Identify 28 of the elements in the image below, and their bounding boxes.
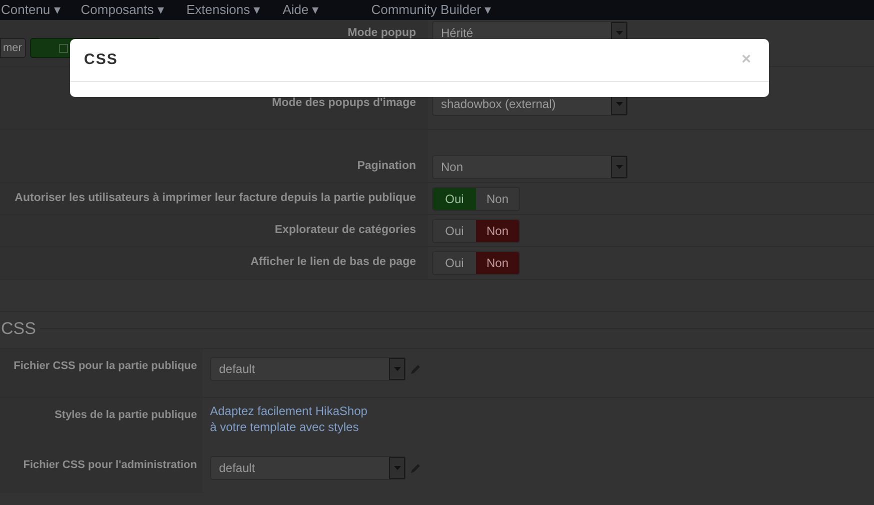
caret-icon — [611, 156, 627, 178]
menu-item[interactable]: Contenu ▾ — [1, 0, 61, 20]
setting-label: Mode popup — [348, 26, 416, 41]
menu-item[interactable]: Composants ▾ — [80, 0, 164, 20]
setting-label: Fichier CSS pour la partie publique — [14, 359, 197, 374]
setting-label: Afficher le lien de bas de page — [250, 255, 416, 270]
menu-item[interactable]: Extensions ▾ — [186, 0, 261, 20]
toggle-option[interactable]: Oui — [433, 188, 476, 210]
section-title: CSS — [1, 318, 36, 340]
setting-label: Fichier CSS pour l'administration — [23, 458, 197, 473]
toggle-option[interactable]: Non — [476, 220, 519, 242]
checkbox-icon — [58, 44, 68, 52]
caret-icon — [389, 358, 405, 380]
modal-title: CSS — [84, 50, 118, 70]
menu-item[interactable]: Aide ▾ — [282, 0, 320, 20]
toggle-option[interactable]: Non — [476, 252, 519, 274]
select-field[interactable]: default — [210, 357, 406, 381]
select-field[interactable]: Non — [432, 155, 628, 179]
styles-link[interactable]: Adaptez facilement HikaShop à votre template avec styles — [210, 403, 368, 435]
setting-label: Autoriser les utilisateurs à imprimer leur facture depuis la partie publique — [14, 190, 416, 206]
setting-label: Mode des popups d'image — [272, 96, 416, 111]
caret-icon — [389, 457, 405, 479]
menu-item[interactable]: Community Builder ▾ — [371, 0, 492, 20]
setting-label: Styles de la partie publique — [54, 408, 197, 423]
setting-label: Pagination — [357, 159, 416, 174]
toolbar-button[interactable]: mer — [0, 38, 26, 58]
select-field[interactable]: default — [210, 456, 406, 480]
setting-label: Explorateur de catégories — [274, 222, 416, 238]
